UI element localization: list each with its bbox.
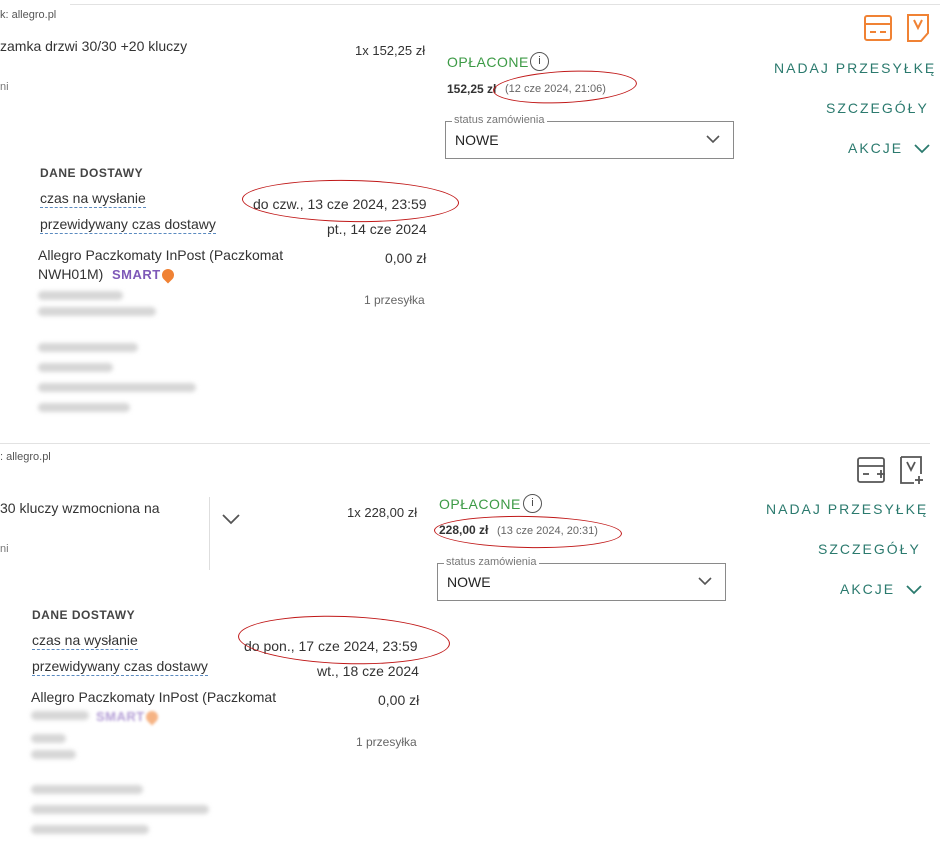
product-subtitle: ni bbox=[0, 81, 9, 93]
annotation-circle bbox=[237, 612, 451, 668]
smart-label: SMART bbox=[96, 709, 145, 724]
order-divider bbox=[0, 443, 930, 444]
quantity-price: 1x 152,25 zł bbox=[355, 43, 426, 58]
expected-delivery-value: wt., 18 cze 2024 bbox=[317, 663, 419, 679]
blurred-address bbox=[31, 734, 66, 743]
order-source: k: allegro.pl bbox=[0, 9, 57, 21]
document-icon[interactable] bbox=[907, 14, 929, 47]
invoice-icon[interactable] bbox=[864, 15, 892, 46]
actions-label: AKCJE bbox=[848, 140, 904, 156]
blurred-address bbox=[38, 291, 123, 300]
blurred-recipient bbox=[31, 785, 143, 794]
annotation-circle bbox=[433, 514, 623, 550]
send-time-label[interactable]: czas na wysłanie bbox=[32, 632, 138, 650]
status-select-label: status zamówienia bbox=[444, 556, 539, 568]
location-pin-icon bbox=[159, 266, 177, 284]
chevron-down-icon bbox=[906, 585, 922, 595]
product-title[interactable]: zamka drzwi 30/30 +20 kluczy bbox=[0, 38, 187, 54]
smart-badge: SMART bbox=[112, 266, 177, 284]
top-divider bbox=[70, 4, 940, 5]
blurred-recipient bbox=[31, 825, 149, 834]
chevron-down-icon bbox=[914, 144, 930, 154]
parcel-count: 1 przesyłka bbox=[364, 293, 425, 307]
ship-button[interactable]: NADAJ PRZESYŁKĘ bbox=[766, 501, 928, 517]
blurred-address bbox=[38, 307, 156, 316]
send-time-label[interactable]: czas na wysłanie bbox=[40, 190, 146, 208]
blurred-recipient bbox=[38, 403, 130, 412]
add-document-icon[interactable] bbox=[900, 456, 924, 491]
order-amount: 152,25 zł bbox=[447, 82, 497, 96]
blurred-recipient bbox=[31, 805, 209, 814]
details-button[interactable]: SZCZEGÓŁY bbox=[826, 100, 929, 116]
status-select[interactable]: status zamówienia NOWE bbox=[445, 114, 734, 159]
product-subtitle: ni bbox=[0, 543, 9, 555]
annotation-circle bbox=[241, 178, 460, 224]
add-invoice-icon[interactable] bbox=[857, 457, 887, 490]
blurred-recipient bbox=[38, 383, 196, 392]
blurred-recipient bbox=[38, 363, 113, 372]
expected-delivery-value: pt., 14 cze 2024 bbox=[327, 221, 427, 237]
column-divider bbox=[209, 497, 210, 570]
delivery-title: DANE DOSTAWY bbox=[32, 608, 136, 622]
expected-delivery-label[interactable]: przewidywany czas dostawy bbox=[32, 658, 208, 676]
blurred-method-code bbox=[31, 711, 89, 720]
location-pin-icon bbox=[143, 708, 161, 726]
actions-button[interactable]: AKCJE bbox=[848, 140, 931, 156]
actions-label: AKCJE bbox=[840, 581, 896, 597]
expected-delivery-label[interactable]: przewidywany czas dostawy bbox=[40, 216, 216, 234]
smart-label: SMART bbox=[112, 267, 161, 282]
actions-button[interactable]: AKCJE bbox=[840, 581, 923, 597]
blurred-address bbox=[31, 750, 76, 759]
blurred-recipient bbox=[38, 343, 138, 352]
status-select-value: NOWE bbox=[447, 574, 491, 590]
delivery-price: 0,00 zł bbox=[378, 692, 420, 708]
parcel-count: 1 przesyłka bbox=[356, 735, 417, 749]
delivery-method: Allegro Paczkomaty InPost (Paczkomat bbox=[31, 689, 277, 705]
payment-status: OPŁACONE bbox=[439, 496, 521, 512]
details-button[interactable]: SZCZEGÓŁY bbox=[818, 541, 921, 557]
annotation-circle bbox=[492, 67, 638, 107]
chevron-down-icon bbox=[706, 135, 720, 144]
chevron-down-icon bbox=[698, 577, 712, 586]
delivery-price: 0,00 zł bbox=[385, 250, 427, 266]
order-source: : allegro.pl bbox=[0, 451, 51, 463]
expand-chevron-icon[interactable] bbox=[221, 512, 241, 526]
payment-status: OPŁACONE bbox=[447, 54, 529, 70]
ship-button[interactable]: NADAJ PRZESYŁKĘ bbox=[774, 60, 936, 76]
quantity-price: 1x 228,00 zł bbox=[347, 505, 418, 520]
product-title[interactable]: 30 kluczy wzmocniona na bbox=[0, 500, 160, 516]
status-select[interactable]: status zamówienia NOWE bbox=[437, 556, 726, 601]
status-select-value: NOWE bbox=[455, 132, 499, 148]
status-select-label: status zamówienia bbox=[452, 114, 547, 126]
smart-badge: SMART bbox=[96, 708, 161, 726]
delivery-method: Allegro Paczkomaty InPost (Paczkomat bbox=[38, 247, 284, 263]
delivery-method-code: NWH01M) bbox=[38, 266, 104, 282]
delivery-title: DANE DOSTAWY bbox=[40, 166, 144, 180]
info-icon[interactable]: i bbox=[530, 52, 549, 71]
info-icon[interactable]: i bbox=[523, 494, 542, 513]
